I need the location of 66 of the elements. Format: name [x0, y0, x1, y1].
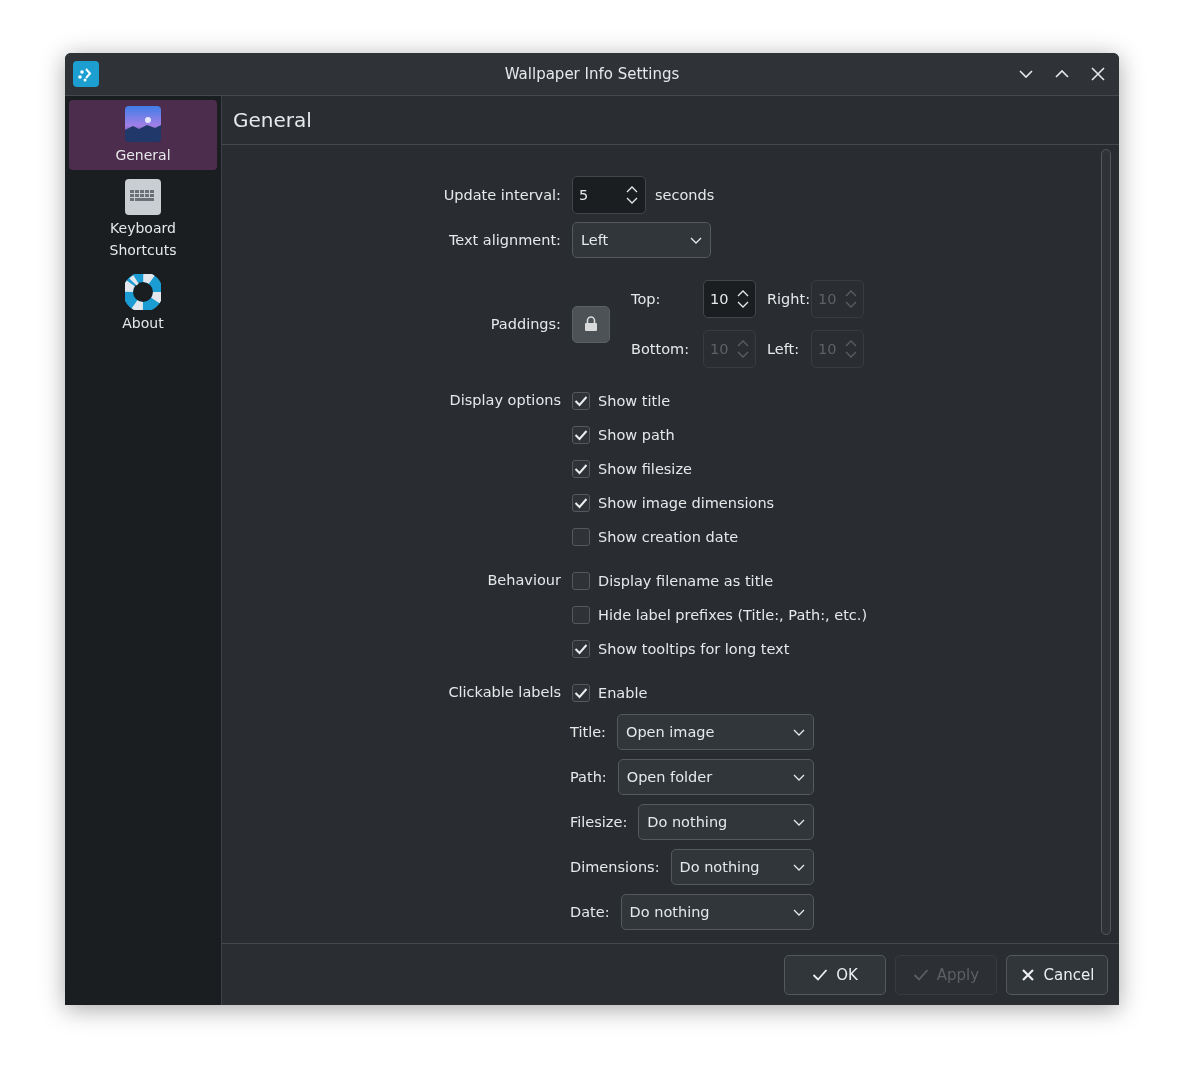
checkbox[interactable]: Show tooltips for long text: [572, 632, 790, 666]
check-icon: [574, 687, 588, 699]
keyboard-icon: [125, 179, 161, 215]
chevron-down-icon: [793, 818, 805, 826]
close-icon: [1019, 966, 1036, 983]
chevron-down-icon: [793, 773, 805, 781]
field-label: Right:: [766, 291, 811, 307]
window-title: Wallpaper Info Settings: [504, 65, 680, 83]
landscape-icon: [125, 106, 161, 142]
checkbox[interactable]: Show title: [572, 384, 671, 418]
close-icon[interactable]: [1090, 66, 1106, 82]
field-label: Update interval:: [442, 186, 561, 205]
stepper-icon: [626, 185, 638, 205]
lock-button[interactable]: [572, 305, 610, 343]
unit-label: seconds: [655, 187, 715, 203]
check-icon: [574, 643, 588, 655]
dropdown[interactable]: Do nothing: [638, 804, 814, 840]
sidebar-item[interactable]: General: [69, 100, 217, 170]
stepper-icon: [737, 339, 749, 359]
scrollbar[interactable]: [1101, 149, 1111, 935]
field-label: Date:: [570, 904, 610, 920]
checkbox[interactable]: Show filesize: [572, 452, 692, 486]
checkbox[interactable]: Show creation date: [572, 520, 739, 554]
dropdown[interactable]: Do nothing: [670, 849, 814, 885]
field-label: Dimensions:: [570, 859, 660, 875]
check-icon: [574, 463, 588, 475]
field-label: Left:: [766, 341, 801, 357]
app-icon: [73, 61, 99, 87]
chevron-down-icon: [793, 908, 805, 916]
checkbox[interactable]: Show path: [572, 418, 675, 452]
stepper-icon: [845, 289, 857, 309]
field-label: Behaviour: [486, 571, 561, 590]
dropdown[interactable]: Open image: [616, 714, 814, 750]
dialog-button[interactable]: OK: [784, 954, 886, 995]
stepper-icon: [845, 339, 857, 359]
checkbox[interactable]: Show image dimensions: [572, 486, 775, 520]
chevron-down-icon: [793, 728, 805, 736]
check-icon: [574, 497, 588, 509]
field-label: Clickable labels: [447, 683, 561, 702]
sidebar-item[interactable]: About: [69, 268, 217, 338]
field-label: Path:: [570, 769, 607, 785]
checkbox[interactable]: Display filename as title: [572, 564, 774, 598]
chevron-down-icon: [690, 236, 702, 244]
field-label: Filesize:: [570, 814, 628, 830]
lifebuoy-icon: [125, 274, 161, 310]
chevron-down-icon: [793, 863, 805, 871]
dropdown[interactable]: Left: [572, 222, 711, 258]
stepper-icon: [737, 289, 749, 309]
spin-box[interactable]: 10: [703, 280, 756, 318]
field-label: Top:: [631, 291, 662, 307]
check-icon: [574, 395, 588, 407]
check-icon: [574, 429, 588, 441]
page-title: General: [222, 96, 1119, 145]
field-label: Paddings:: [489, 315, 561, 334]
checkbox[interactable]: Enable: [572, 676, 648, 710]
spin-box[interactable]: 5: [572, 176, 646, 214]
field-label: Bottom:: [631, 341, 691, 357]
dropdown[interactable]: Open folder: [617, 759, 814, 795]
dialog-button[interactable]: Cancel: [1006, 954, 1108, 995]
lock-icon: [584, 316, 598, 332]
field-label: Display options: [448, 391, 561, 410]
field-label: Text alignment:: [447, 231, 561, 250]
dropdown[interactable]: Do nothing: [620, 894, 814, 930]
sidebar-item[interactable]: Keyboard Shortcuts: [69, 173, 217, 265]
checkbox[interactable]: Hide label prefixes (Title:, Path:, etc.): [572, 598, 868, 632]
field-label: Title:: [570, 724, 606, 740]
